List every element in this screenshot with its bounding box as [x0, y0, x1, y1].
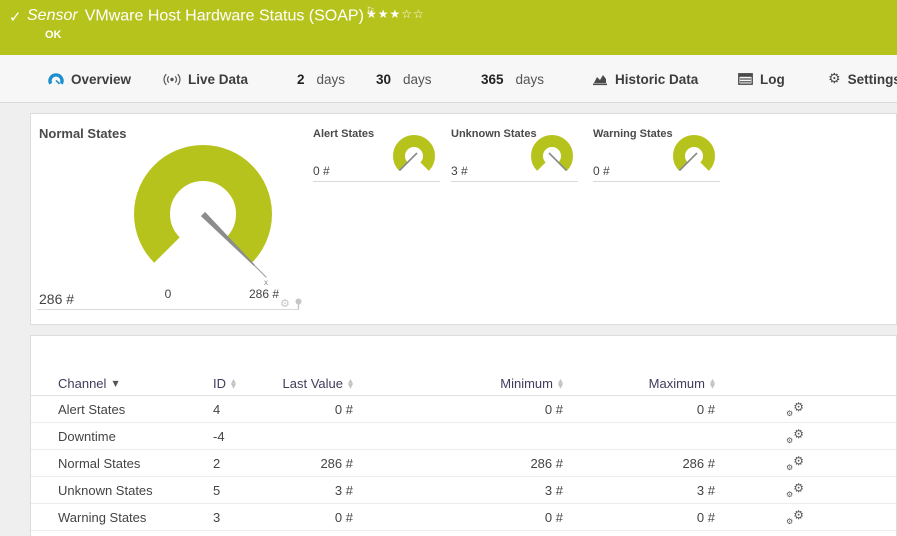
tab-label: Settings [847, 71, 897, 87]
table-row: Alert States 4 0 # 0 # 0 # ⚙ ⚙ [31, 396, 896, 423]
sort-icons: ▲ ▼ [231, 376, 236, 390]
channel-settings-gears-icon[interactable]: ⚙ ⚙ [786, 481, 804, 499]
last-value: 286 # [320, 455, 353, 471]
column-header-maximum[interactable]: Maximum ▲ ▼ [563, 376, 715, 391]
channel-name[interactable]: Unknown States [58, 483, 213, 498]
mini-gauge [673, 135, 715, 172]
mini-gauge-label: Alert States [313, 128, 375, 140]
sensor-status-header: ✓ Sensor VMware Host Hardware Status (SOA… [0, 0, 897, 55]
mini-gauge-value: 0 # [593, 164, 610, 178]
last-value: 0 # [334, 401, 353, 417]
star-empty-icons[interactable]: ☆☆ [401, 7, 425, 21]
sort-desc-icon: ▼ [112, 379, 119, 388]
minimum-value: 0 # [544, 401, 563, 417]
tab-log[interactable]: Log [738, 55, 785, 103]
svg-text:x: x [264, 278, 268, 287]
gear-icon: ⚙ [828, 71, 841, 87]
maximum-value: 0 # [696, 401, 715, 417]
status-badge: OK [45, 29, 62, 41]
mini-gauge [393, 135, 435, 172]
maximum-value: 3 # [696, 482, 715, 498]
channel-name[interactable]: Warning States [58, 510, 213, 525]
mini-gauge [531, 135, 573, 172]
tab-word: days [403, 71, 432, 87]
tab-live-data[interactable]: Live Data [163, 55, 248, 103]
maximum-value: 0 # [696, 509, 715, 525]
tab-number: 365 [481, 71, 504, 87]
gauges-panel: Normal States x 0 286 # 286 # ⚙ Alert St… [30, 113, 897, 325]
channel-settings-gears-icon[interactable]: ⚙ ⚙ [786, 427, 804, 445]
page-title: VMware Host Hardware Status (SOAP) [84, 7, 364, 25]
column-header-last-value[interactable]: Last Value ▲ ▼ [271, 376, 353, 391]
channel-settings-gears-icon[interactable]: ⚙ ⚙ [786, 400, 804, 418]
tab-label: Historic Data [615, 71, 699, 87]
object-kind-label: Sensor [27, 7, 78, 25]
priority-stars[interactable]: ★★★☆☆ [366, 7, 425, 21]
channel-id: 2 [213, 455, 221, 471]
tab-number: 30 [376, 71, 392, 87]
area-chart-icon [593, 74, 607, 85]
mini-gauge-value: 3 # [451, 164, 468, 178]
tab-settings[interactable]: ⚙ Settings [828, 55, 897, 103]
table-header-row: Channel ▼ ID ▲ ▼ Last Value ▲ ▼ Minimum ▲ ▼… [31, 372, 896, 396]
channel-settings-gears-icon[interactable]: ⚙ ⚙ [786, 454, 804, 472]
table-row: Warning States 3 0 # 0 # 0 # ⚙ ⚙ [31, 504, 896, 531]
channel-settings-gears-icon[interactable]: ⚙ ⚙ [786, 508, 804, 526]
table-row: Unknown States 5 3 # 3 # 3 # ⚙ ⚙ [31, 477, 896, 504]
tab-2-days[interactable]: 2 days [297, 55, 345, 103]
tab-historic-data[interactable]: Historic Data [593, 55, 698, 103]
divider [37, 309, 299, 310]
log-icon [738, 73, 753, 85]
column-header-minimum[interactable]: Minimum ▲ ▼ [353, 376, 563, 391]
tab-365-days[interactable]: 365 days [481, 55, 544, 103]
table-row: Downtime -4 ⚙ ⚙ [31, 423, 896, 450]
pin-icon[interactable] [294, 298, 303, 310]
check-icon: ✓ [9, 8, 22, 26]
channel-id: -4 [213, 428, 225, 444]
maximum-value: 286 # [682, 455, 715, 471]
star-filled-icons[interactable]: ★★★ [366, 7, 401, 21]
gauge-max-label: 286 # [249, 287, 279, 301]
channels-table-panel: Channel ▼ ID ▲ ▼ Last Value ▲ ▼ Minimum ▲ ▼… [30, 335, 897, 536]
mini-gauge-value: 0 # [313, 164, 330, 178]
mini-gauge-label: Unknown States [451, 128, 537, 140]
tab-number: 2 [297, 71, 305, 87]
minimum-value: 286 # [530, 455, 563, 471]
primary-gauge: x 0 286 # [134, 145, 279, 301]
mini-gauge-warning-states: Warning States 0 # [593, 128, 720, 182]
last-value: 0 # [334, 509, 353, 525]
broadcast-icon [163, 73, 181, 85]
tab-word: days [515, 71, 545, 87]
channel-id: 4 [213, 401, 221, 417]
channel-name[interactable]: Downtime [58, 429, 213, 444]
sort-icons: ▲ ▼ [710, 376, 715, 390]
channel-id: 5 [213, 482, 221, 498]
mini-gauge-alert-states: Alert States 0 # [313, 128, 440, 182]
column-header-id[interactable]: ID ▲ ▼ [213, 376, 271, 391]
sensor-title-line: Sensor VMware Host Hardware Status (SOAP)… [27, 6, 375, 25]
gauge-icon [48, 72, 64, 84]
primary-gauge-value: 286 # [39, 291, 75, 307]
minimum-value: 3 # [544, 482, 563, 498]
tab-label: Overview [71, 71, 132, 87]
gauge-min-label: 0 [165, 287, 172, 301]
tab-label: Log [760, 71, 785, 87]
minimum-value: 0 # [544, 509, 563, 525]
channel-name[interactable]: Alert States [58, 402, 213, 417]
tab-label: Live Data [188, 71, 249, 87]
tab-overview[interactable]: Overview [48, 55, 131, 103]
tab-bar: Overview Live Data 2 days 30 days 365 da… [0, 55, 897, 158]
column-header-channel[interactable]: Channel ▼ [58, 376, 213, 391]
last-value: 3 # [334, 482, 353, 498]
mini-gauge-unknown-states: Unknown States 3 # [451, 128, 578, 182]
tab-30-days[interactable]: 30 days [376, 55, 432, 103]
channel-name[interactable]: Normal States [58, 456, 213, 471]
tab-word: days [316, 71, 346, 87]
table-row: Normal States 2 286 # 286 # 286 # ⚙ ⚙ [31, 450, 896, 477]
channel-id: 3 [213, 509, 221, 525]
gear-icon[interactable]: ⚙ [280, 297, 290, 310]
mini-gauge-label: Warning States [593, 128, 673, 140]
